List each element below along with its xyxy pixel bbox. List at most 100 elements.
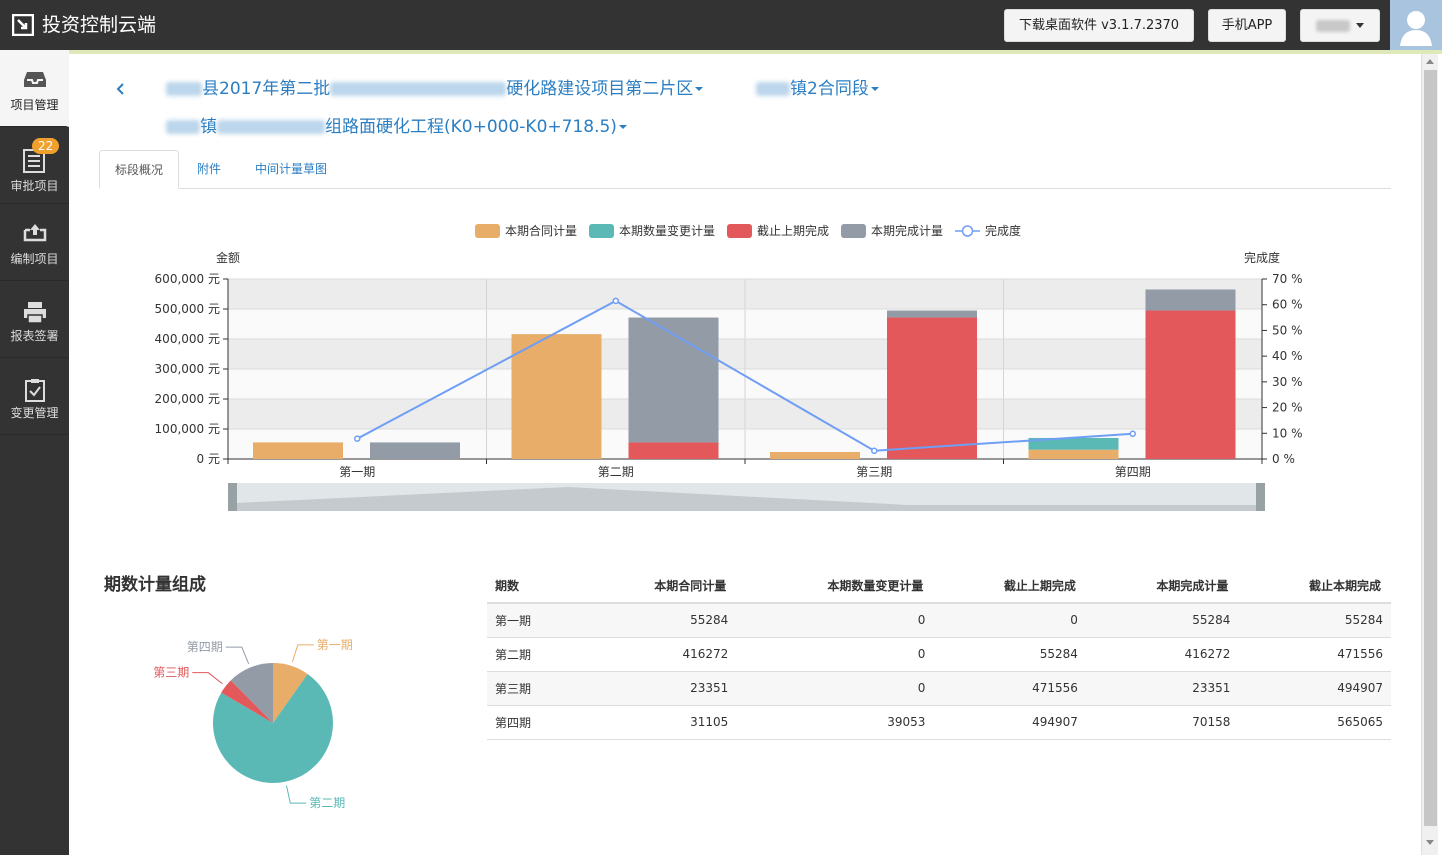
- upload-tray-icon: [23, 224, 47, 242]
- y-tick-label: 600,000 元: [155, 272, 220, 286]
- pie-section-title: 期数计量组成: [104, 575, 206, 595]
- pie-label-line: [225, 646, 250, 664]
- line-point: [354, 435, 361, 442]
- legend-item: 本期完成计量: [841, 223, 943, 238]
- breadcrumb-project-label: 县2017年第二批: [202, 79, 331, 99]
- legend-swatch: [841, 224, 866, 238]
- tab-section-overview[interactable]: 标段概况: [99, 150, 179, 189]
- table-cell: 416272: [583, 637, 737, 672]
- chevron-left-icon: [116, 83, 124, 95]
- user-menu-button[interactable]: [1300, 9, 1380, 42]
- scroll-thumb[interactable]: [1424, 70, 1437, 826]
- sidebar-item-label: 报表签署: [10, 329, 59, 343]
- table-cell: 39053: [736, 705, 934, 740]
- x-tick-label: 第二期: [598, 465, 634, 479]
- sidebar: 项目管理 22 审批项目 编制项目 报表签署 变更管理: [0, 50, 69, 855]
- scroll-down-icon[interactable]: [1426, 840, 1434, 845]
- project-icon: [24, 72, 46, 87]
- table-cell: 55284: [1085, 603, 1239, 638]
- table-cell: 55284: [583, 603, 737, 638]
- y-tick-label: 400,000 元: [155, 332, 220, 346]
- y-tick-label: 200,000 元: [155, 392, 220, 406]
- redacted-text: [166, 82, 202, 96]
- legend-swatch: [727, 224, 752, 238]
- table-cell: 494907: [933, 705, 1086, 740]
- zoom-handle-right: [1256, 483, 1265, 511]
- legend-label: 本期完成计量: [871, 223, 943, 238]
- y-tick-label: 100,000 元: [155, 422, 220, 436]
- legend-swatch: [589, 224, 614, 238]
- legend-item: 截止上期完成: [727, 223, 829, 238]
- pie-label: 第二期: [309, 796, 345, 810]
- table-cell: 0: [933, 603, 1086, 638]
- caret-down-icon: [870, 87, 879, 91]
- y-right-tick-label: 20 %: [1272, 401, 1303, 415]
- x-tick-label: 第一期: [339, 465, 375, 479]
- table-cell: 第四期: [487, 705, 584, 740]
- top-bar: 投资控制云端 下载桌面软件 v3.1.7.2370 手机APP: [0, 0, 1442, 50]
- page-scrollbar[interactable]: [1421, 54, 1438, 855]
- sidebar-item-project-management[interactable]: 项目管理: [0, 50, 69, 127]
- table-cell: 565065: [1238, 705, 1391, 740]
- legend-swatch: [475, 224, 500, 238]
- breadcrumb-contract-label: 镇2合同段: [790, 79, 869, 99]
- sidebar-item-approval[interactable]: 22 审批项目: [0, 127, 69, 204]
- table-row: 第三期 23351 0 471556 23351 494907: [487, 671, 1391, 706]
- redacted-text: [756, 82, 790, 96]
- tab-measurement-sketch[interactable]: 中间计量草图: [243, 150, 339, 189]
- x-tick-label: 第三期: [856, 465, 892, 479]
- pie-label-line: [291, 644, 314, 663]
- sidebar-item-change-management[interactable]: 变更管理: [0, 358, 69, 435]
- legend-label: 截止上期完成: [757, 223, 829, 238]
- tab-attachments[interactable]: 附件: [185, 150, 233, 189]
- caret-down-icon: [618, 125, 627, 129]
- y-right-tick-label: 30 %: [1272, 375, 1303, 389]
- table-cell: 55284: [933, 637, 1086, 672]
- bar: [628, 317, 719, 443]
- breadcrumb-work-prefix: 镇: [200, 117, 217, 137]
- pie-label-line: [286, 785, 307, 804]
- scroll-up-icon[interactable]: [1426, 59, 1434, 64]
- table-cell: 第一期: [487, 603, 584, 638]
- y-right-tick-label: 10 %: [1272, 426, 1303, 440]
- sidebar-item-label: 项目管理: [10, 98, 59, 112]
- bar: [1028, 449, 1119, 459]
- sidebar-item-compile[interactable]: 编制项目: [0, 204, 69, 281]
- legend-label: 本期数量变更计量: [619, 223, 715, 238]
- breadcrumb-project[interactable]: 县2017年第二批 硬化路建设项目第二片区: [166, 78, 704, 100]
- y-right-tick-label: 50 %: [1272, 323, 1303, 337]
- table-cell: 494907: [1238, 671, 1391, 706]
- breadcrumb-work-item[interactable]: 镇 组路面硬化工程(K0+000-K0+718.5): [166, 116, 627, 138]
- legend-label: 完成度: [985, 223, 1021, 238]
- bar: [887, 317, 977, 459]
- table-cell: 0: [736, 603, 934, 638]
- sidebar-item-label: 变更管理: [10, 406, 59, 420]
- pie-label: 第四期: [187, 640, 223, 654]
- breadcrumb-contract-section[interactable]: 镇2合同段: [756, 78, 879, 100]
- line-point: [1129, 430, 1136, 438]
- redacted-text: [166, 120, 200, 134]
- y-axis-title: 金额: [216, 250, 240, 265]
- table-row: 第四期 31105 39053 494907 70158 565065: [487, 705, 1391, 740]
- avatar[interactable]: [1390, 0, 1442, 50]
- pie-label: 第三期: [153, 666, 189, 680]
- table-cell: 23351: [583, 671, 737, 706]
- sidebar-item-report-sign[interactable]: 报表签署: [0, 281, 69, 358]
- table-header-cell: 本期完成计量: [1085, 568, 1239, 604]
- y-tick-label: 500,000 元: [155, 302, 220, 316]
- back-button[interactable]: [116, 78, 126, 106]
- sidebar-item-label: 编制项目: [10, 252, 59, 266]
- app-title: 投资控制云端: [42, 14, 157, 36]
- caret-down-icon: [695, 87, 704, 91]
- bar: [511, 334, 602, 459]
- table-cell: 31105: [583, 705, 737, 740]
- table-row: 第二期 416272 0 55284 416272 471556: [487, 637, 1391, 672]
- measurement-table: 期数 本期合同计量 本期数量变更计量 截止上期完成 本期完成计量 截止本期完成 第一期 55…: [487, 568, 1391, 740]
- table-header-cell: 本期合同计量: [583, 568, 737, 604]
- legend-label: 本期合同计量: [505, 223, 577, 238]
- approval-count-badge: 22: [32, 138, 60, 154]
- table-header-cell: 截止本期完成: [1238, 568, 1391, 604]
- mobile-app-button[interactable]: 手机APP: [1208, 9, 1286, 42]
- table-cell: 416272: [1085, 637, 1239, 672]
- download-desktop-button[interactable]: 下载桌面软件 v3.1.7.2370: [1004, 9, 1194, 42]
